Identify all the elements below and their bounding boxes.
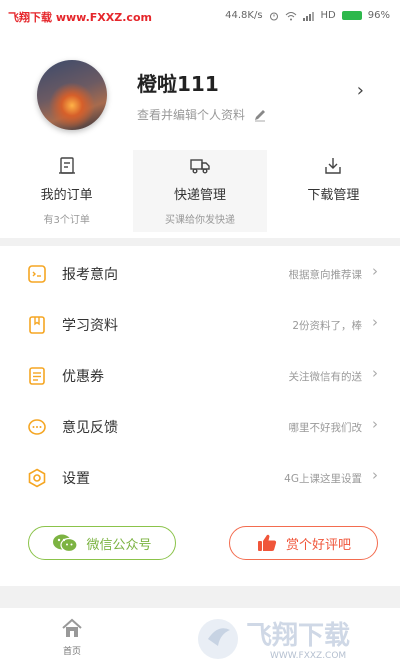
chevron-right-icon: › [372,313,378,331]
truck-icon [190,159,210,174]
bookmark-icon [29,316,45,334]
receipt-icon [58,157,75,174]
quick-actions: 我的订单 有3个订单 快递管理 买课给你发快递 下载管理 [0,150,400,232]
user-name: 橙啦111 [137,72,219,96]
battery-icon [341,11,362,20]
menu-label: 学习资料 [62,318,118,334]
signal-icon [302,11,314,21]
profile-header[interactable]: 橙啦111 查看并编辑个人资料 › [0,50,400,140]
menu-label: 报考意向 [62,267,118,283]
watermark-text: 飞翔下载 www.FXXZ.com [8,11,152,24]
chevron-right-icon: › [372,364,378,382]
watermark-logo-text: 飞翔下载 [246,621,350,651]
menu-hint: 关注微信有的送 [288,371,363,383]
quick-sub: 有3个订单 [43,215,90,226]
chevron-right-icon: › [372,415,378,433]
menu-item-exam-intent[interactable]: 报考意向 根据意向推荐课 › [0,248,400,299]
wechat-button-label: 微信公众号 [86,537,152,553]
tab-home[interactable]: 首页 [52,618,92,657]
home-icon [62,618,82,637]
chevron-right-icon[interactable]: › [357,80,364,101]
avatar[interactable] [37,60,107,130]
menu-item-settings[interactable]: 设置 4G上课这里设置 › [0,452,400,503]
status-bar: 飞翔下载 www.FXXZ.com 44.8K/s HD 96% [0,0,400,34]
section-divider [0,238,400,246]
wechat-icon [53,534,79,553]
download-icon [325,158,342,174]
menu-label: 优惠券 [62,369,104,385]
review-button-label: 赏个好评吧 [285,537,351,553]
watermark-logo-url: WWW.FXXZ.COM [270,651,346,661]
wechat-official-account-button[interactable]: 微信公众号 [28,526,176,560]
menu-label: 设置 [62,471,90,487]
alarm-icon [269,12,278,20]
settings-icon [28,468,46,488]
menu-item-coupons[interactable]: 优惠券 关注微信有的送 › [0,350,400,401]
action-buttons: 微信公众号 赏个好评吧 [0,526,400,566]
menu-hint: 哪里不好我们改 [288,422,363,434]
quick-label: 我的订单 [40,188,93,203]
wifi-icon [285,11,296,20]
menu-hint: 2份资料了，棒 [292,320,362,332]
edit-profile-link[interactable]: 查看并编辑个人资料 [137,106,267,123]
network-speed: 44.8K/s [225,10,263,21]
thumbs-up-icon [257,534,277,551]
bottom-tab-bar: 首页 飞翔下载 WWW.FXXZ.COM [0,608,400,666]
target-icon [28,265,46,283]
quick-my-orders[interactable]: 我的订单 有3个订单 [0,150,133,232]
menu-item-study-materials[interactable]: 学习资料 2份资料了，棒 › [0,299,400,350]
chevron-right-icon: › [372,466,378,484]
tab-home-label: 首页 [62,647,81,657]
edit-profile-label: 查看并编辑个人资料 [137,108,246,122]
quick-sub: 买课给你发快递 [164,215,235,226]
review-button[interactable]: 赏个好评吧 [229,526,378,560]
quick-label: 下载管理 [307,188,360,203]
menu-hint: 4G上课这里设置 [284,473,362,485]
menu-label: 意见反馈 [62,420,118,436]
menu-item-feedback[interactable]: 意见反馈 哪里不好我们改 › [0,401,400,452]
pencil-icon [255,109,266,121]
menu-hint: 根据意向推荐课 [288,269,363,281]
chat-icon [28,419,46,435]
quick-label: 快递管理 [173,188,226,203]
section-divider [0,586,400,608]
battery-level: 96% [367,10,390,21]
system-indicators: 44.8K/s HD 96% [225,10,390,21]
quick-downloads[interactable]: 下载管理 [267,150,400,232]
watermark-logo: 飞翔下载 WWW.FXXZ.COM [198,619,350,661]
quick-delivery[interactable]: 快递管理 买课给你发快递 [133,150,267,232]
chevron-right-icon: › [372,262,378,280]
menu-list: 报考意向 根据意向推荐课 › 学习资料 2份资料了，棒 › 优惠券 关注微信有的… [0,248,400,503]
network-type: HD [320,10,336,21]
coupon-icon [29,367,45,385]
